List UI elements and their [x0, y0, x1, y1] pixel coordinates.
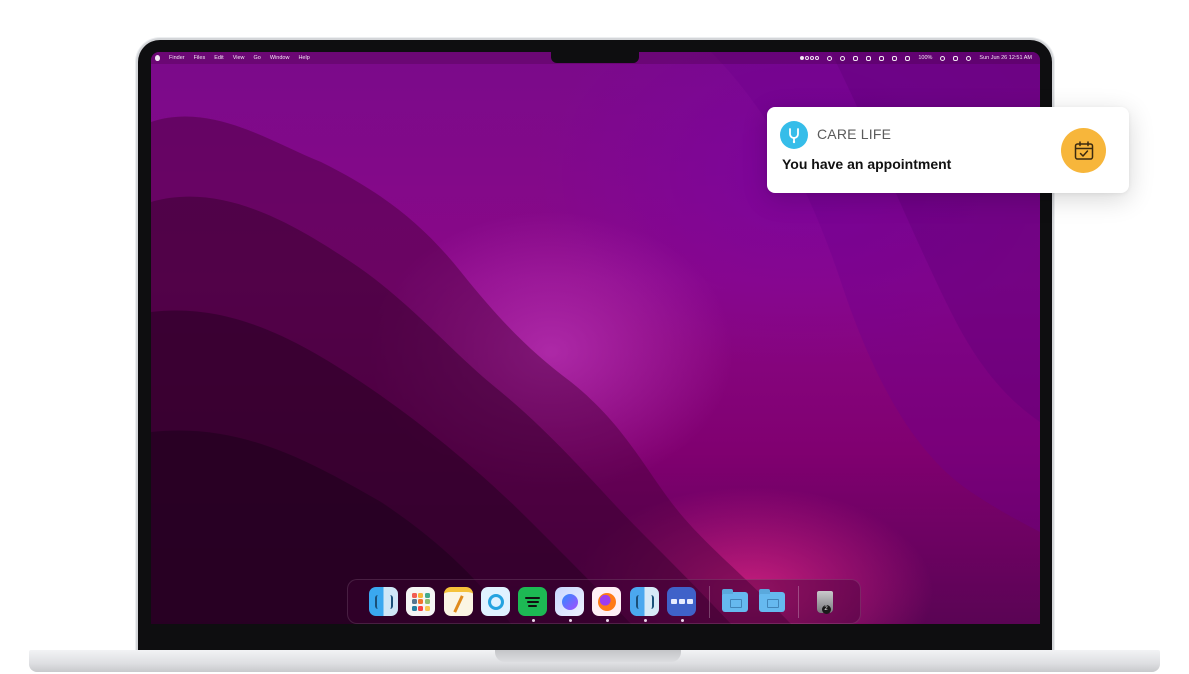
dock-separator	[709, 586, 710, 618]
menu-view[interactable]: View	[233, 55, 245, 61]
quicktime-icon[interactable]	[481, 587, 510, 616]
running-indicator	[644, 619, 647, 622]
trash-icon[interactable]: 2	[810, 587, 839, 616]
user-icon[interactable]	[966, 55, 972, 61]
mission-control-icon[interactable]	[667, 587, 696, 616]
notification-app-name: CARE LIFE	[817, 126, 892, 142]
running-indicator	[681, 619, 684, 622]
menu-go[interactable]: Go	[254, 55, 261, 61]
menu-files[interactable]: Files	[194, 55, 206, 61]
notes-icon[interactable]	[444, 587, 473, 616]
control-center-icon[interactable]	[953, 55, 959, 61]
notification-card[interactable]: CARE LIFE You have an appointment	[767, 107, 1129, 193]
spotify-icon[interactable]	[518, 587, 547, 616]
menu-edit[interactable]: Edit	[214, 55, 223, 61]
finder-icon[interactable]	[630, 587, 659, 616]
launchpad-icon[interactable]	[406, 587, 435, 616]
running-indicator	[569, 619, 572, 622]
wifi-icon[interactable]	[940, 55, 946, 61]
finder-icon[interactable]	[369, 587, 398, 616]
battery-percent: 100%	[918, 55, 933, 61]
volume-icon[interactable]	[879, 55, 885, 61]
stethoscope-icon	[780, 121, 808, 149]
calendar-status-icon[interactable]	[853, 55, 859, 61]
calendar-action-button[interactable]	[1061, 128, 1106, 173]
laptop-base-notch	[495, 650, 681, 662]
calendar-check-icon	[1074, 140, 1093, 160]
menu-help[interactable]: Help	[298, 55, 309, 61]
menu-clock[interactable]: Sun Jun 26 12:51 AM	[979, 55, 1032, 61]
screen-mirroring-icon[interactable]	[892, 55, 898, 61]
trash-badge: 2	[821, 604, 831, 614]
running-indicator	[606, 619, 609, 622]
bluetooth-icon[interactable]	[827, 55, 833, 61]
menu-window[interactable]: Window	[270, 55, 290, 61]
apple-menu-icon[interactable]	[155, 55, 160, 61]
dock-separator	[798, 586, 799, 618]
display-icon[interactable]	[866, 55, 872, 61]
messenger-icon[interactable]	[555, 587, 584, 616]
folder-icon[interactable]	[757, 587, 786, 616]
firefox-icon[interactable]	[592, 587, 621, 616]
camera-notch	[551, 52, 639, 63]
page-dots-icon[interactable]	[800, 56, 820, 60]
battery-icon[interactable]	[905, 55, 911, 61]
dock: 2	[347, 579, 861, 624]
clock-status-icon[interactable]	[840, 55, 846, 61]
menu-finder[interactable]: Finder	[169, 55, 185, 61]
notification-message: You have an appointment	[782, 156, 952, 172]
folder-icon[interactable]	[720, 587, 749, 616]
running-indicator	[532, 619, 535, 622]
